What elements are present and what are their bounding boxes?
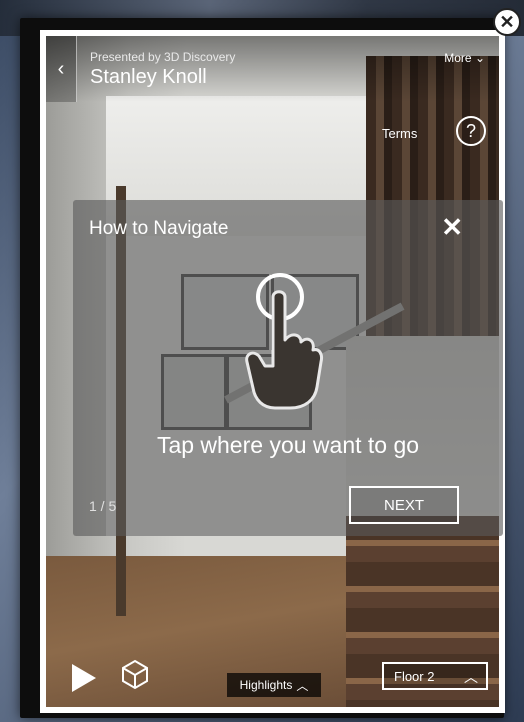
floor-label: Floor 2 — [394, 668, 435, 684]
play-button[interactable] — [70, 662, 98, 694]
dialog-title: How to Navigate — [89, 218, 229, 239]
how-to-navigate-dialog: How to Navigate ✕ Tap where you want to … — [73, 200, 503, 536]
play-icon — [72, 664, 96, 692]
dialog-close-button[interactable]: ✕ — [441, 212, 463, 243]
terms-link[interactable]: Terms — [382, 126, 417, 141]
close-icon: ✕ — [441, 212, 463, 242]
presented-by-label: Presented by 3D Discovery — [90, 50, 236, 64]
chevron-up-icon: ︿ — [296, 678, 309, 693]
instruction-text: Tap where you want to go — [156, 432, 420, 458]
tap-hand-icon — [245, 273, 323, 410]
highlights-button[interactable]: Highlights ︿ — [227, 673, 321, 697]
header-bar: ‹ Presented by 3D Discovery Stanley Knol… — [46, 36, 499, 102]
tour-title: Stanley Knoll — [90, 66, 207, 88]
page-indicator: 1 / 5 — [89, 498, 117, 514]
close-viewer-button[interactable]: ✕ — [493, 8, 521, 36]
help-button[interactable]: ? — [456, 116, 486, 146]
highlights-label: Highlights — [239, 678, 293, 692]
question-icon: ? — [465, 120, 476, 141]
close-icon: ✕ — [499, 11, 515, 32]
chevron-left-icon: ‹ — [57, 57, 65, 80]
more-menu-button[interactable]: More ⌄ — [444, 51, 485, 65]
chevron-down-icon: ⌄ — [474, 51, 485, 65]
floor-selector[interactable]: Floor 2 ︿ — [382, 662, 488, 690]
chevron-up-icon: ︿ — [464, 669, 478, 685]
dollhouse-view-button[interactable] — [120, 658, 150, 690]
more-label: More — [444, 51, 472, 65]
next-button[interactable]: NEXT — [349, 486, 459, 524]
back-button[interactable]: ‹ — [46, 36, 77, 102]
dollhouse-icon — [122, 659, 148, 690]
